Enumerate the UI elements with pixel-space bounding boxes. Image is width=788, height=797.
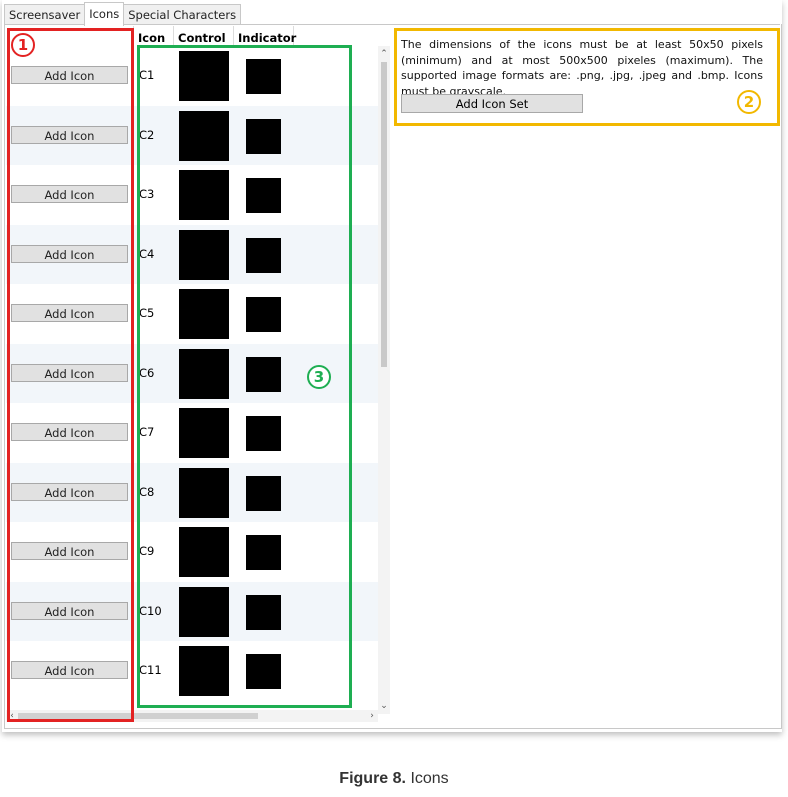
scroll-down-icon[interactable]: ⌄ [378, 700, 390, 712]
tab-strip: Screensaver Icons Special Characters [4, 2, 242, 26]
vertical-scrollbar[interactable]: ⌃ ⌄ [378, 46, 390, 714]
figure-caption: Figure 8. Icons [0, 770, 788, 788]
figure-number: Figure 8. [339, 770, 406, 787]
scroll-thumb[interactable] [381, 62, 387, 367]
header-control[interactable]: Control [174, 26, 234, 46]
header-indicator[interactable]: Indicator [234, 26, 296, 46]
tab-icons[interactable]: Icons [84, 2, 125, 26]
annotation-badge-2: 2 [737, 90, 761, 114]
annotation-box-red [7, 28, 134, 722]
figure-title: Icons [410, 770, 449, 787]
header-icon[interactable]: Icon [134, 26, 174, 46]
annotation-badge-3: 3 [307, 365, 331, 389]
annotation-badge-1: 1 [11, 33, 35, 57]
annotation-box-yellow [394, 28, 780, 126]
tab-screensaver[interactable]: Screensaver [4, 4, 86, 25]
tab-special-characters[interactable]: Special Characters [123, 4, 242, 25]
scroll-right-icon[interactable]: › [366, 710, 378, 722]
scroll-up-icon[interactable]: ⌃ [378, 48, 390, 60]
